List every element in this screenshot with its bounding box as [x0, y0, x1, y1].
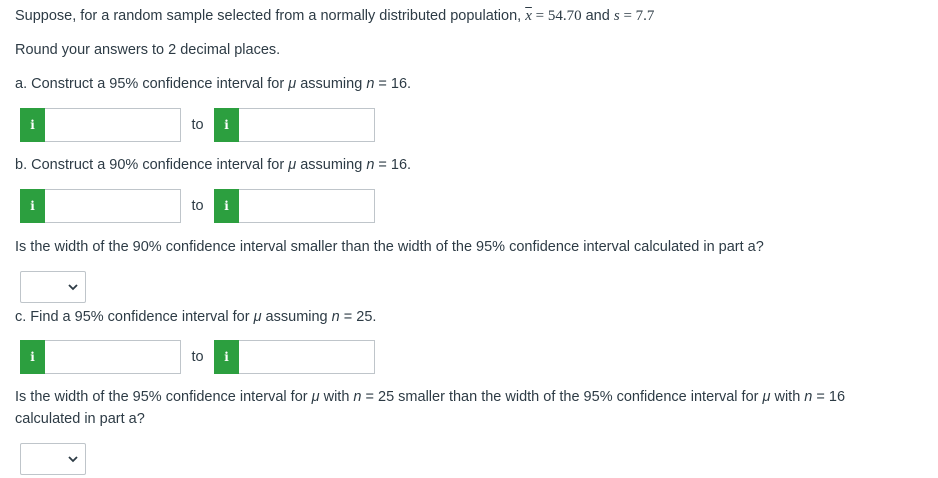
- to-label: to: [191, 117, 204, 133]
- answer-select-2[interactable]: [20, 443, 86, 475]
- part-b-prompt: b. Construct a 90% confidence interval f…: [15, 157, 412, 173]
- part-a-upper-input[interactable]: [239, 108, 375, 142]
- width-comparison-question-2: Is the width of the 95% confidence inter…: [15, 389, 846, 405]
- to-label: to: [191, 349, 204, 365]
- chevron-down-icon: [68, 456, 78, 463]
- part-c-prompt: c. Find a 95% confidence interval for μ …: [15, 309, 377, 325]
- part-c-lower-input[interactable]: [45, 340, 181, 374]
- xbar-symbol: x: [525, 8, 532, 24]
- width-comparison-question-2-continued: calculated in part a?: [15, 411, 145, 427]
- info-icon[interactable]: i: [20, 189, 45, 223]
- problem-statement: Suppose, for a random sample selected fr…: [15, 8, 655, 24]
- rounding-instruction: Round your answers to 2 decimal places.: [15, 42, 281, 58]
- part-c-upper-input[interactable]: [239, 340, 375, 374]
- part-b-interval-row: i to i: [20, 189, 375, 223]
- info-icon[interactable]: i: [20, 108, 45, 142]
- chevron-down-icon: [68, 284, 78, 291]
- width-comparison-question-1: Is the width of the 90% confidence inter…: [15, 239, 764, 255]
- to-label: to: [191, 198, 204, 214]
- part-a-interval-row: i to i: [20, 108, 375, 142]
- part-a-lower-input[interactable]: [45, 108, 181, 142]
- info-icon[interactable]: i: [214, 189, 239, 223]
- info-icon[interactable]: i: [214, 108, 239, 142]
- answer-select-1[interactable]: [20, 271, 86, 303]
- info-icon[interactable]: i: [20, 340, 45, 374]
- part-b-upper-input[interactable]: [239, 189, 375, 223]
- part-c-interval-row: i to i: [20, 340, 375, 374]
- part-a-prompt: a. Construct a 95% confidence interval f…: [15, 76, 412, 92]
- info-icon[interactable]: i: [214, 340, 239, 374]
- part-b-lower-input[interactable]: [45, 189, 181, 223]
